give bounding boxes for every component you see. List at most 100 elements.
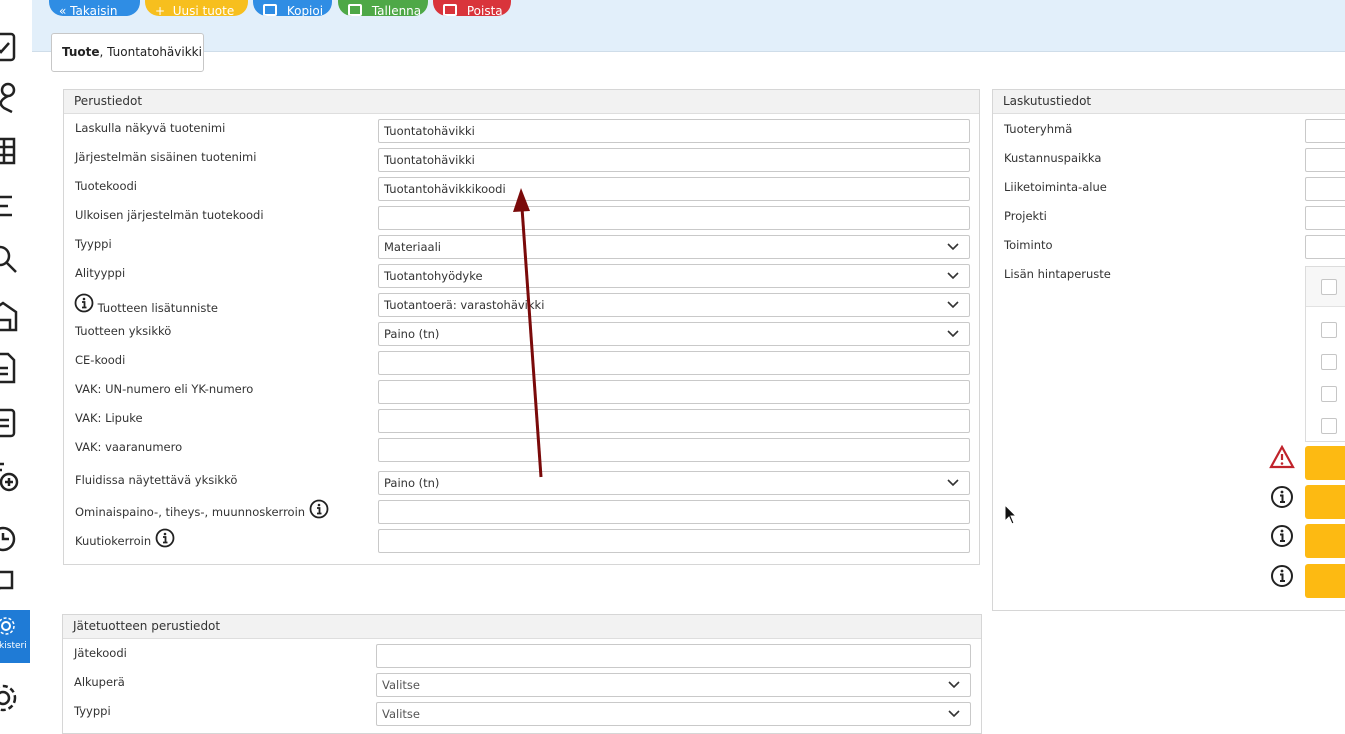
copy-button[interactable]: Kopioi	[253, 0, 332, 16]
mouse-cursor-icon	[1004, 504, 1018, 525]
function-input[interactable]	[1305, 235, 1345, 259]
waste-type-select[interactable]: Valitse	[376, 702, 971, 726]
cost-center-label: Kustannuspaikka	[1004, 151, 1102, 165]
internal-name-input[interactable]: Tuontatohävikki	[378, 148, 970, 172]
save-icon	[348, 4, 362, 16]
fluid-unit-value: Paino (tn)	[384, 476, 440, 490]
chat-icon[interactable]	[0, 566, 20, 600]
subtype-select[interactable]: Tuotantohyödyke	[378, 264, 970, 288]
tab-product[interactable]: Tuote, Tuontatohävikki	[51, 33, 204, 72]
hazard-number-input[interactable]	[378, 438, 970, 462]
fluid-unit-select[interactable]: Paino (tn)	[378, 471, 970, 495]
invoice-name-input[interactable]: Tuontatohävikki	[378, 119, 970, 143]
list-item-checkbox[interactable]	[1321, 386, 1337, 402]
form-row: Järjestelmän sisäinen tuotenimi Tuontato…	[64, 145, 979, 174]
function-label: Toiminto	[1004, 238, 1053, 252]
density-label-wrap: Ominaispaino-, tiheys-, muunnoskerroin	[75, 499, 329, 519]
external-code-label: Ulkoisen järjestelmän tuotekoodi	[75, 208, 264, 222]
business-area-input[interactable]	[1305, 177, 1345, 201]
external-code-input[interactable]	[378, 206, 970, 230]
form-row: Laskulla näkyvä tuotenimi Tuontatohävikk…	[64, 116, 979, 145]
chevron-down-icon	[947, 330, 959, 338]
search-icon[interactable]	[0, 242, 20, 276]
surcharge-basis-label: Lisän hintaperuste	[1004, 267, 1111, 281]
product-code-input[interactable]: Tuotantohävikkikoodi	[378, 177, 970, 201]
chevron-down-icon	[948, 681, 960, 689]
un-number-input[interactable]	[378, 380, 970, 404]
settings-icon[interactable]	[0, 681, 20, 715]
info-icon[interactable]	[1269, 524, 1295, 548]
product-group-input[interactable]	[1305, 119, 1345, 143]
info-icon[interactable]	[1269, 564, 1295, 588]
save-button[interactable]: Tallenna	[338, 0, 428, 16]
info-icon[interactable]	[155, 528, 175, 548]
unit-select[interactable]: Paino (tn)	[378, 322, 970, 346]
hazard-number-label: VAK: vaaranumero	[75, 440, 183, 454]
warehouse-icon[interactable]	[0, 298, 20, 332]
select-all-checkbox[interactable]	[1321, 279, 1337, 295]
vak-label-input[interactable]	[378, 409, 970, 433]
warning-icon[interactable]	[1269, 444, 1295, 469]
sidebar-item-label: rekisteri	[0, 641, 27, 651]
action-button[interactable]	[1305, 485, 1345, 519]
subtype-select-value: Tuotantohyödyke	[384, 269, 483, 283]
delete-button[interactable]: Poista	[433, 0, 511, 16]
product-group-label: Tuoteryhmä	[1004, 122, 1073, 136]
copy-label: Kopioi	[286, 4, 324, 16]
report-icon[interactable]	[0, 404, 20, 438]
back-button[interactable]: « Takaisin	[49, 0, 140, 16]
form-row: VAK: vaaranumero	[64, 435, 979, 464]
ce-code-input[interactable]	[378, 351, 970, 375]
list-item-checkbox[interactable]	[1321, 354, 1337, 370]
cubic-factor-input[interactable]	[378, 529, 970, 553]
clipboard-check-icon[interactable]	[0, 28, 20, 62]
type-select[interactable]: Materiaali	[378, 235, 970, 259]
form-row: Kuutiokerroin	[64, 526, 979, 555]
waste-code-input[interactable]	[376, 644, 971, 668]
cubic-factor-label-wrap: Kuutiokerroin	[75, 528, 175, 548]
map-icon[interactable]	[0, 133, 20, 167]
info-icon[interactable]	[74, 293, 94, 313]
density-label: Ominaispaino-, tiheys-, muunnoskerroin	[75, 504, 306, 519]
internal-name-label: Järjestelmän sisäinen tuotenimi	[75, 150, 257, 164]
info-icon[interactable]	[1269, 485, 1295, 509]
unit-select-value: Paino (tn)	[384, 327, 440, 341]
info-icon[interactable]	[309, 499, 329, 519]
action-button[interactable]	[1305, 564, 1345, 598]
type-label: Tyyppi	[75, 237, 112, 251]
form-row: Ulkoisen järjestelmän tuotekoodi	[64, 203, 979, 232]
waste-type-select-value: Valitse	[382, 707, 420, 721]
invoice-name-label: Laskulla näkyvä tuotenimi	[75, 121, 226, 135]
extra-identifier-label: Tuotteen lisätunniste	[97, 300, 218, 315]
form-row: Tyyppi Valitse	[63, 699, 981, 728]
list-icon[interactable]	[0, 189, 20, 223]
list-item-checkbox[interactable]	[1321, 322, 1337, 338]
unit-label: Tuotteen yksikkö	[75, 324, 172, 338]
origin-select[interactable]: Valitse	[376, 673, 971, 697]
form-row: VAK: Lipuke	[64, 406, 979, 435]
extra-identifier-select[interactable]: Tuotantoerä: varastohävikki	[378, 293, 970, 317]
project-input[interactable]	[1305, 206, 1345, 230]
document-icon[interactable]	[0, 350, 20, 384]
project-label: Projekti	[1004, 209, 1047, 223]
waste-type-label: Tyyppi	[74, 704, 111, 718]
density-input[interactable]	[378, 500, 970, 524]
plus-icon: +	[155, 4, 169, 16]
new-product-button[interactable]: + Uusi tuote	[145, 0, 248, 16]
route-pin-icon[interactable]	[0, 80, 20, 114]
add-list-icon[interactable]	[0, 458, 20, 492]
action-button[interactable]	[1305, 524, 1345, 558]
clock-icon[interactable]	[0, 522, 20, 556]
action-button[interactable]	[1305, 446, 1345, 480]
cost-center-input[interactable]	[1305, 148, 1345, 172]
waste-code-label: Jätekoodi	[74, 646, 127, 660]
basic-info-title: Perustiedot	[64, 90, 979, 114]
form-row: Tyyppi Materiaali	[64, 232, 979, 261]
list-item-checkbox[interactable]	[1321, 418, 1337, 434]
gear-icon	[0, 617, 15, 635]
form-row: Tuotteen yksikkö Paino (tn)	[64, 319, 979, 348]
sidebar-item-registry[interactable]: rekisteri	[0, 610, 30, 663]
chevron-down-icon	[947, 272, 959, 280]
form-row: VAK: UN-numero eli YK-numero	[64, 377, 979, 406]
product-code-label: Tuotekoodi	[75, 179, 138, 193]
